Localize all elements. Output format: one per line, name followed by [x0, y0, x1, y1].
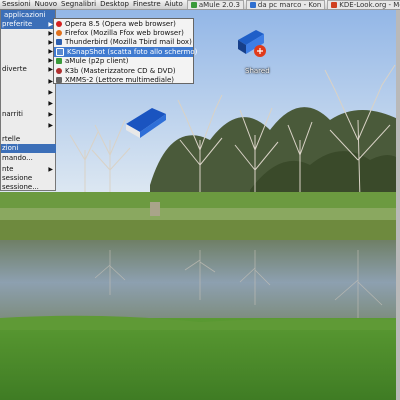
submenu-item-ksnapshot[interactable]: KSnapShot (scatta foto allo schermo): [54, 47, 197, 57]
k-menu-item[interactable]: ▶: [1, 38, 56, 47]
k-menu-item[interactable]: ▶: [1, 121, 56, 130]
k-menu-header: applicazioni: [1, 10, 55, 20]
k-menu-item-nte[interactable]: nte ▶: [1, 165, 56, 174]
top-panel: Sessioni Nuovo Segnalibri Desktop Finest…: [0, 0, 400, 10]
k-menu-item-zioni[interactable]: zioni: [1, 144, 56, 153]
k-menu: applicazioni preferite ▶ ▶ ▶ ▶ ▶ diverte…: [0, 9, 56, 191]
k-menu-item-label: nte: [2, 165, 14, 173]
k-menu-item-label: preferite: [2, 20, 33, 28]
k-menu-item[interactable]: ▶: [1, 88, 56, 97]
task-konqueror[interactable]: da pc marco - Kon: [245, 0, 326, 9]
k-menu-item-diverte[interactable]: diverte ▶: [1, 65, 56, 74]
shared-folder-icon[interactable]: [234, 24, 268, 66]
submenu-arrow-icon: ▶: [48, 122, 53, 129]
k-menu-item[interactable]: ▶: [1, 99, 56, 108]
k-menu-item-label: zioni: [2, 144, 19, 152]
menu-segnalibri[interactable]: Segnalibri: [59, 0, 98, 9]
firefox-icon: [56, 30, 62, 37]
k-menu-item-label: rtelle: [2, 135, 21, 143]
k-menu-item-narriti[interactable]: narriti ▶: [1, 110, 56, 119]
k-menu-item-label: narriti: [2, 110, 23, 118]
ksnapshot-icon: [56, 47, 64, 56]
k-menu-item-label: mando...: [2, 154, 33, 162]
submenu-item-opera[interactable]: Opera 8.5 (Opera web browser): [54, 19, 193, 28]
submenu-arrow-icon: ▶: [48, 89, 53, 96]
task-label: aMule 2.0.3: [198, 0, 240, 9]
menu-aiuto[interactable]: Aiuto: [163, 0, 185, 9]
submenu-item-xmms[interactable]: XMMS-2 (Lettore multimediale): [54, 75, 193, 84]
k-menu-item[interactable]: ▶: [1, 56, 56, 65]
task-label: da pc marco - Kon: [257, 0, 322, 9]
submenu-item-label: XMMS-2 (Lettore multimediale): [65, 76, 175, 85]
submenu-item-thunderbird[interactable]: Thunderbird (Mozilla Tbird mail box): [54, 38, 193, 47]
submenu-item-label: Thunderbird (Mozilla Tbird mail box): [65, 38, 192, 47]
favorites-submenu: Opera 8.5 (Opera web browser) Firefox (M…: [53, 18, 197, 84]
k-menu-item-mando[interactable]: mando...: [1, 154, 56, 163]
k-menu-item-sessione[interactable]: sessione: [1, 174, 56, 183]
k3b-icon: [56, 67, 62, 74]
task-browser[interactable]: KDE-Look.org - Mo: [327, 0, 400, 9]
browser-icon: [331, 1, 338, 8]
submenu-arrow-icon: ▶: [48, 111, 53, 118]
k-menu-item-rtelle[interactable]: rtelle: [1, 135, 56, 144]
submenu-item-label: Opera 8.5 (Opera web browser): [65, 19, 176, 28]
k-menu-item-preferite[interactable]: preferite ▶: [1, 20, 56, 29]
submenu-item-amule[interactable]: aMule (p2p client): [54, 57, 193, 66]
k-menu-item-label: sessione: [2, 174, 33, 182]
submenu-item-firefox[interactable]: Firefox (Mozilla Ffox web browser): [54, 28, 193, 37]
xmms-icon: [56, 77, 62, 84]
book-icon[interactable]: [122, 102, 170, 140]
submenu-item-label: KSnapShot (scatta foto allo schermo): [67, 47, 198, 56]
k-menu-item-label: sessione...: [2, 183, 39, 191]
task-label: KDE-Look.org - Mo: [339, 0, 400, 9]
opera-icon: [56, 20, 62, 27]
submenu-arrow-icon: ▶: [48, 100, 53, 107]
amule-icon: [190, 1, 197, 8]
k-menu-item-label: diverte: [2, 65, 27, 73]
menu-nuovo[interactable]: Nuovo: [33, 0, 59, 9]
k-menu-item[interactable]: ▶: [1, 77, 56, 86]
k-menu-item[interactable]: ▶: [1, 47, 56, 56]
submenu-arrow-icon: ▶: [48, 166, 53, 173]
shared-folder-label: Shared: [245, 67, 270, 75]
submenu-item-label: K3b (Masterizzatore CD & DVD): [65, 66, 176, 75]
menu-desktop[interactable]: Desktop: [98, 0, 131, 9]
submenu-item-k3b[interactable]: K3b (Masterizzatore CD & DVD): [54, 66, 193, 75]
submenu-item-label: aMule (p2p client): [65, 57, 129, 66]
k-menu-item-sessione-ellipsis[interactable]: sessione...: [1, 183, 56, 192]
amule-icon: [56, 58, 62, 65]
k-menu-item[interactable]: ▶: [1, 29, 56, 38]
menu-sessioni[interactable]: Sessioni: [0, 0, 33, 9]
submenu-item-label: Firefox (Mozilla Ffox web browser): [65, 29, 184, 38]
konqueror-icon: [249, 1, 256, 8]
thunderbird-icon: [56, 39, 62, 46]
menu-finestre[interactable]: Finestre: [131, 0, 163, 9]
right-panel-edge: [396, 9, 400, 400]
task-amule[interactable]: aMule 2.0.3: [186, 0, 244, 9]
